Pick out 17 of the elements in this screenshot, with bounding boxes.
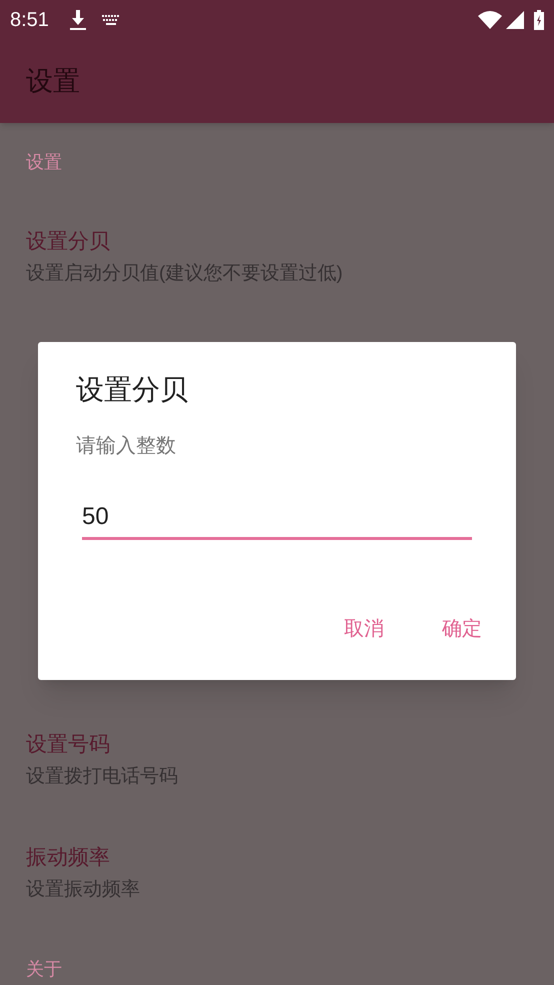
item-title: 设置号码	[26, 732, 110, 758]
item-title: 振动频率	[26, 845, 110, 871]
status-time: 8:51	[10, 8, 49, 33]
input-field[interactable]: 50	[82, 496, 472, 540]
dialog-button[interactable]: 取消	[324, 606, 404, 652]
keyboard-icon	[100, 14, 121, 26]
dialog-button[interactable]: 确定	[422, 606, 502, 652]
signal-icon	[506, 11, 524, 29]
wifi-icon	[478, 10, 502, 30]
section-header: 设置	[26, 152, 62, 172]
dialog-message: 请输入整数	[76, 434, 177, 458]
battery-icon	[534, 10, 544, 30]
app-bar-title: 设置	[26, 65, 80, 98]
download-icon	[68, 9, 87, 31]
dialog-title: 设置分贝	[76, 373, 189, 407]
item-title: 设置分贝	[26, 229, 110, 255]
section-header: 关于	[26, 959, 62, 979]
